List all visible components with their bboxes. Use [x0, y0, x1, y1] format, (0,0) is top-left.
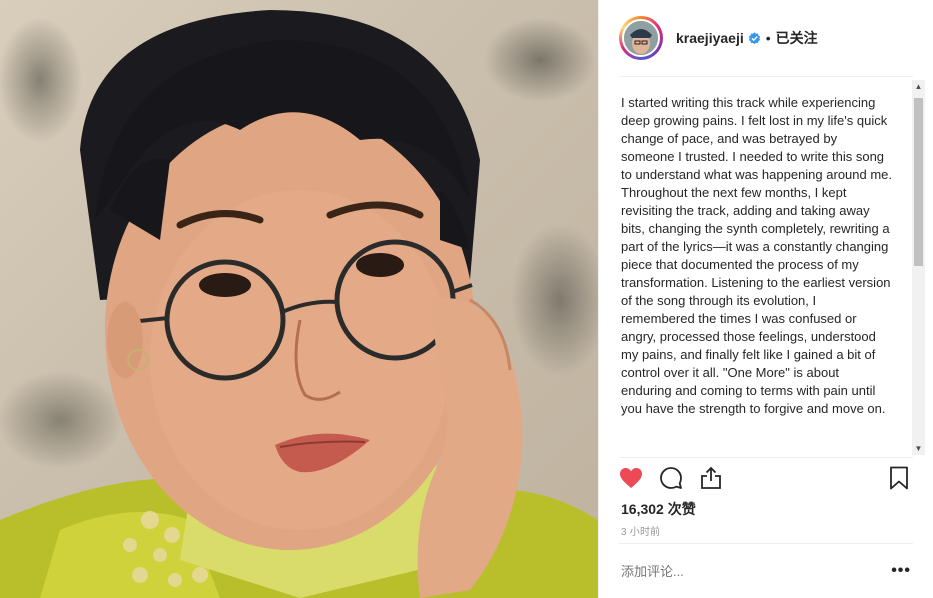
action-bar	[619, 457, 913, 498]
post-side-panel: kraejiyaeji • 已关注 I started writing this…	[598, 0, 933, 598]
scroll-down-arrow-icon[interactable]: ▼	[912, 442, 925, 455]
avatar[interactable]	[622, 19, 660, 57]
post-photo[interactable]	[0, 0, 598, 598]
comment-bar: •••	[619, 544, 913, 598]
post-header: kraejiyaeji • 已关注	[619, 0, 913, 77]
more-options-button[interactable]: •••	[891, 562, 911, 580]
share-button[interactable]	[699, 466, 723, 490]
comment-bubble-icon	[660, 467, 682, 489]
post-caption: I started writing this track while exper…	[621, 95, 893, 416]
share-icon	[701, 466, 721, 489]
like-button[interactable]	[619, 466, 643, 490]
bookmark-icon	[890, 466, 908, 490]
heart-filled-icon	[620, 468, 642, 488]
comment-input[interactable]	[619, 563, 863, 579]
separator-dot: •	[765, 30, 771, 46]
avatar-story-ring[interactable]	[619, 16, 663, 60]
caption-scrollbar[interactable]: ▲ ▼	[912, 80, 925, 455]
save-button[interactable]	[887, 466, 911, 490]
caption-scroll-area[interactable]: I started writing this track while exper…	[619, 80, 925, 455]
scrollbar-thumb[interactable]	[914, 98, 923, 266]
scroll-up-arrow-icon[interactable]: ▲	[912, 80, 925, 93]
verified-badge-icon	[748, 31, 760, 44]
post-timestamp[interactable]: 3 小时前	[621, 523, 660, 538]
portrait-illustration	[0, 10, 598, 598]
comment-button[interactable]	[659, 466, 683, 490]
following-button[interactable]: 已关注	[776, 28, 818, 48]
username-link[interactable]: kraejiyaeji	[676, 30, 744, 46]
likes-count[interactable]: 16,302 次赞	[621, 499, 696, 519]
avatar-image	[624, 21, 658, 55]
post-view: kraejiyaeji • 已关注 I started writing this…	[0, 0, 933, 598]
